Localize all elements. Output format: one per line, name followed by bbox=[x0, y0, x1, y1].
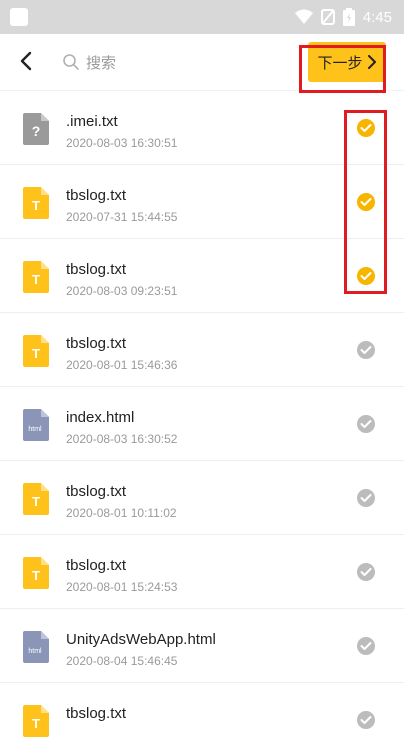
file-icon-label: html bbox=[28, 426, 42, 433]
search-icon bbox=[63, 54, 79, 70]
checkmark-icon bbox=[360, 642, 372, 650]
file-name: .imei.txt bbox=[66, 113, 118, 130]
status-icons: 4:45 bbox=[294, 7, 392, 27]
file-icon-label: html bbox=[28, 648, 42, 655]
header: 搜索 下一步 bbox=[0, 34, 404, 90]
next-step-label: 下一步 bbox=[317, 54, 363, 72]
chevron-right-icon bbox=[367, 55, 376, 69]
file-time: 2020-08-01 15:46:36 bbox=[66, 358, 178, 372]
file-icon: html bbox=[23, 631, 49, 663]
file-icon: T bbox=[23, 335, 49, 367]
file-icon: ? bbox=[23, 113, 49, 145]
file-icon-label: T bbox=[32, 494, 40, 509]
file-icon: T bbox=[23, 261, 49, 293]
next-step-button[interactable]: 下一步 bbox=[308, 42, 386, 82]
select-checkbox[interactable] bbox=[357, 193, 375, 211]
file-name: index.html bbox=[66, 409, 135, 426]
file-name: tbslog.txt bbox=[66, 705, 127, 722]
file-row[interactable]: ? .imei.txt 2020-08-03 16:30:51 bbox=[0, 90, 404, 164]
select-checkbox[interactable] bbox=[357, 119, 375, 137]
file-time: 2020-08-01 15:24:53 bbox=[66, 580, 178, 594]
notification-icon bbox=[10, 8, 28, 26]
back-button[interactable] bbox=[16, 50, 38, 72]
status-time: 4:45 bbox=[362, 8, 392, 26]
file-time: 2020-08-03 16:30:51 bbox=[66, 136, 178, 150]
battery-icon bbox=[342, 8, 355, 26]
file-name: tbslog.txt bbox=[66, 557, 127, 574]
file-time: 2020-08-01 10:11:02 bbox=[66, 506, 177, 520]
select-checkbox[interactable] bbox=[357, 341, 375, 359]
html-file-icon: html bbox=[23, 631, 49, 663]
search-placeholder: 搜索 bbox=[86, 54, 117, 72]
checkmark-icon bbox=[360, 198, 372, 206]
file-row[interactable]: Ttbslog.txt 2020-08-03 09:23:51 bbox=[0, 238, 404, 312]
file-name: tbslog.txt bbox=[66, 261, 127, 278]
checkmark-icon bbox=[360, 568, 372, 576]
search-input[interactable]: 搜索 bbox=[62, 50, 116, 74]
file-name: tbslog.txt bbox=[66, 187, 127, 204]
checkmark-icon bbox=[360, 716, 372, 724]
file-row[interactable]: Ttbslog.txt 2020-07-31 15:44:55 bbox=[0, 164, 404, 238]
checkmark-icon bbox=[360, 494, 372, 502]
checkmark-icon bbox=[360, 124, 372, 132]
file-icon-label: T bbox=[32, 198, 40, 213]
checkmark-icon bbox=[360, 272, 372, 280]
file-time: 2020-08-03 16:30:52 bbox=[66, 432, 178, 446]
select-checkbox[interactable] bbox=[357, 267, 375, 285]
select-checkbox[interactable] bbox=[357, 563, 375, 581]
checkmark-icon bbox=[360, 420, 372, 428]
select-checkbox[interactable] bbox=[357, 489, 375, 507]
file-time: 2020-08-04 15:46:45 bbox=[66, 654, 178, 668]
html-file-icon: html bbox=[23, 409, 49, 441]
file-icon: html bbox=[23, 409, 49, 441]
wifi-icon bbox=[294, 9, 313, 24]
file-icon: T bbox=[23, 557, 49, 589]
file-name: UnityAdsWebApp.html bbox=[66, 631, 216, 648]
txt-file-icon: T bbox=[23, 187, 49, 219]
file-name: tbslog.txt bbox=[66, 335, 127, 352]
file-row[interactable]: Ttbslog.txt 2020-08-01 10:11:02 bbox=[0, 460, 404, 534]
no-sim-icon bbox=[320, 9, 335, 25]
checkmark-icon bbox=[360, 346, 372, 354]
file-icon-label: T bbox=[32, 272, 40, 287]
txt-file-icon: T bbox=[23, 557, 49, 589]
file-row[interactable]: Ttbslog.txt 2020-08-01 15:46:36 bbox=[0, 312, 404, 386]
file-icon-label: ? bbox=[32, 123, 41, 139]
file-name: tbslog.txt bbox=[66, 483, 127, 500]
select-checkbox[interactable] bbox=[357, 637, 375, 655]
file-list: ? .imei.txt 2020-08-03 16:30:51 Ttbslog.txt… bbox=[0, 90, 404, 756]
back-arrow-icon bbox=[20, 51, 32, 71]
txt-file-icon: T bbox=[23, 705, 49, 737]
file-time: 2020-08-03 09:23:51 bbox=[66, 284, 178, 298]
unknown-file-icon: ? bbox=[23, 113, 49, 145]
file-icon: T bbox=[23, 483, 49, 515]
file-row[interactable]: html UnityAdsWebApp.html 2020-08-04 15:46:… bbox=[0, 608, 404, 682]
txt-file-icon: T bbox=[23, 261, 49, 293]
file-icon-label: T bbox=[32, 716, 40, 731]
txt-file-icon: T bbox=[23, 335, 49, 367]
file-icon: T bbox=[23, 705, 49, 737]
file-time: 2020-07-31 15:44:55 bbox=[66, 210, 178, 224]
select-checkbox[interactable] bbox=[357, 711, 375, 729]
txt-file-icon: T bbox=[23, 483, 49, 515]
file-icon-label: T bbox=[32, 568, 40, 583]
file-icon: T bbox=[23, 187, 49, 219]
status-bar: 4:45 bbox=[0, 0, 404, 34]
file-row[interactable]: html index.html 2020-08-03 16:30:52 bbox=[0, 386, 404, 460]
file-row[interactable]: Ttbslog.txt bbox=[0, 682, 404, 756]
file-row[interactable]: Ttbslog.txt 2020-08-01 15:24:53 bbox=[0, 534, 404, 608]
file-icon-label: T bbox=[32, 346, 40, 361]
select-checkbox[interactable] bbox=[357, 415, 375, 433]
